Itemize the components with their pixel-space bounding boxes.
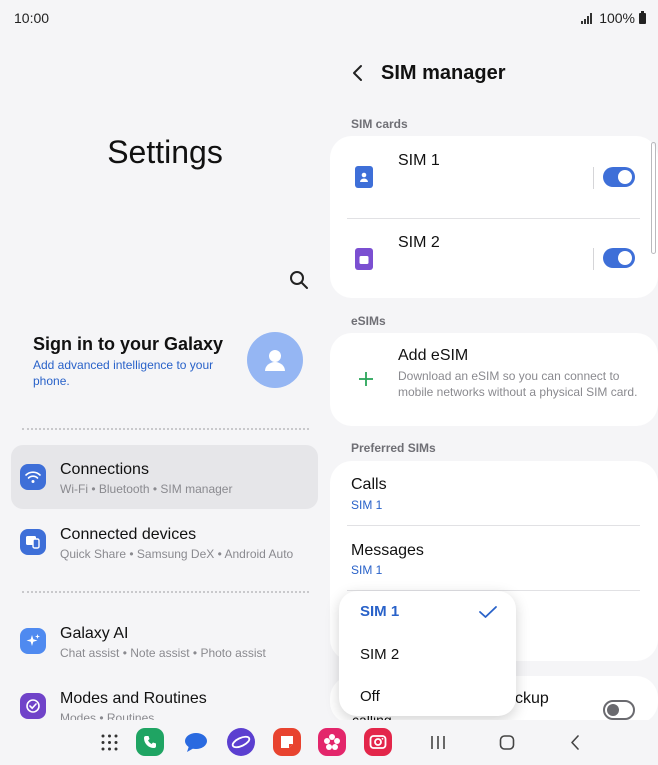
backup-label-partial: ckup — [515, 690, 549, 707]
back-nav-icon[interactable] — [569, 735, 581, 750]
sim2-label[interactable]: SIM 2 — [398, 234, 440, 252]
status-indicators: 100% — [581, 10, 646, 26]
menu-item-connections[interactable]: Connections Wi-Fi • Bluetooth • SIM mana… — [11, 445, 318, 509]
gallery-app-icon[interactable] — [318, 728, 346, 756]
signin-subtitle: Add advanced intelligence to your phone. — [33, 358, 214, 388]
messages-label[interactable]: Messages — [351, 542, 424, 560]
scrollbar[interactable] — [651, 142, 656, 254]
menu-item-connected-devices[interactable]: Connected devices Quick Share • Samsung … — [11, 510, 318, 574]
menu-item-subtitle: Chat assist • Note assist • Photo assist — [60, 646, 266, 660]
wifi-icon — [20, 464, 46, 490]
sim-select-popup: SIM 1 SIM 2 Off — [339, 591, 516, 716]
popup-option-sim2[interactable]: SIM 2 — [360, 646, 399, 663]
plus-icon — [359, 372, 373, 386]
app-drawer-icon[interactable] — [101, 734, 118, 751]
add-esim-label: Add eSIM — [398, 347, 469, 364]
menu-item-label: Galaxy AI — [60, 625, 129, 642]
divider — [22, 428, 309, 430]
messages-value: SIM 1 — [351, 563, 383, 577]
backup-toggle[interactable] — [603, 700, 635, 720]
signal-icon — [581, 12, 593, 24]
recents-icon[interactable] — [430, 735, 446, 750]
menu-item-label: Connected devices — [60, 526, 197, 543]
person-icon — [265, 350, 285, 371]
checkmark-icon — [479, 606, 497, 618]
sim-card-icon — [355, 166, 373, 188]
check-circle-icon — [20, 693, 46, 719]
menu-item-galaxy-ai[interactable]: Galaxy AI Chat assist • Note assist • Ph… — [11, 609, 318, 673]
divider — [347, 525, 640, 526]
add-esim-card[interactable]: Add eSIM Download an eSIM so you can con… — [330, 333, 658, 426]
calls-value: SIM 1 — [351, 498, 383, 512]
home-icon[interactable] — [499, 735, 515, 750]
popup-option-sim1[interactable]: SIM 1 — [360, 603, 399, 620]
section-label-sim-cards: SIM cards — [351, 117, 408, 131]
back-arrow-icon[interactable] — [350, 63, 366, 83]
section-label-preferred: Preferred SIMs — [351, 441, 436, 455]
menu-item-subtitle: Wi-Fi • Bluetooth • SIM manager — [60, 482, 233, 496]
battery-icon — [639, 10, 646, 24]
menu-item-subtitle: Modes • Routines — [60, 711, 155, 720]
menu-item-modes-routines[interactable]: Modes and Routines Modes • Routines — [11, 674, 318, 720]
sim2-toggle[interactable] — [603, 248, 635, 268]
sim1-label[interactable]: SIM 1 — [398, 152, 440, 170]
sim-cards-card: SIM 1 SIM 2 — [330, 136, 658, 298]
browser-app-icon[interactable] — [227, 728, 255, 756]
notes-app-icon[interactable] — [273, 728, 301, 756]
divider — [347, 218, 640, 219]
devices-icon — [20, 529, 46, 555]
menu-item-subtitle: Quick Share • Samsung DeX • Android Auto — [60, 547, 294, 561]
sim1-toggle[interactable] — [603, 167, 635, 187]
sparkle-icon — [20, 628, 46, 654]
divider — [22, 591, 309, 593]
menu-item-label: Connections — [60, 461, 149, 478]
camera-app-icon[interactable] — [364, 728, 392, 756]
popup-option-off[interactable]: Off — [360, 688, 380, 705]
messages-app-icon[interactable] — [182, 728, 210, 756]
battery-percent: 100% — [599, 10, 635, 26]
calls-label[interactable]: Calls — [351, 476, 387, 494]
search-icon[interactable] — [289, 270, 309, 290]
screen-title: SIM manager — [381, 62, 506, 84]
add-esim-description: Download an eSIM so you can connect to m… — [398, 369, 638, 399]
page-title: Settings — [107, 134, 223, 170]
divider — [593, 248, 594, 270]
sim-card-icon — [355, 248, 373, 270]
phone-app-icon[interactable] — [136, 728, 164, 756]
section-label-esims: eSIMs — [351, 314, 386, 328]
divider — [593, 167, 594, 189]
menu-item-label: Modes and Routines — [60, 690, 207, 707]
signin-title[interactable]: Sign in to your Galaxy — [33, 334, 223, 355]
status-time: 10:00 — [14, 10, 50, 26]
avatar[interactable] — [247, 332, 303, 388]
